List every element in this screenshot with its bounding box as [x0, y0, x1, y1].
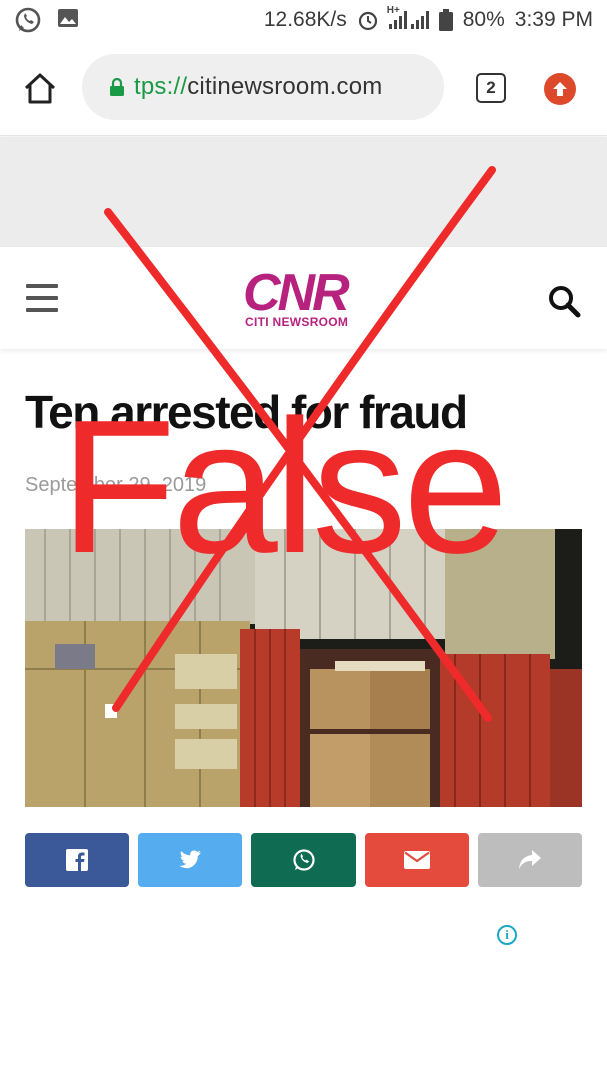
share-buttons — [25, 833, 583, 887]
alarm-icon — [358, 11, 377, 31]
signal-icon: H+ — [387, 5, 429, 29]
url-text: tps://citinewsroom.com — [134, 73, 382, 101]
whatsapp-icon — [292, 849, 315, 871]
battery-icon — [438, 9, 453, 31]
tab-switcher-button[interactable]: 2 — [476, 73, 506, 103]
logo-name: CITI NEWSROOM — [245, 315, 349, 329]
ad-banner-area — [0, 137, 607, 247]
article-headline: Ten arrested for fraud — [25, 386, 468, 438]
gallery-icon — [58, 9, 78, 27]
update-button[interactable] — [544, 73, 576, 105]
logo-mark: CNR — [243, 264, 350, 322]
notification-icons — [14, 6, 80, 34]
url-host: citinewsroom.com — [187, 73, 383, 100]
address-bar[interactable]: tps://citinewsroom.com — [82, 54, 444, 120]
whatsapp-icon — [15, 7, 41, 33]
email-icon — [403, 851, 430, 869]
url-scheme: tps:// — [134, 73, 188, 100]
twitter-icon — [179, 850, 202, 869]
facebook-icon — [66, 849, 89, 871]
home-icon[interactable] — [22, 70, 58, 106]
site-header: CNR CITI NEWSROOM — [0, 247, 607, 349]
article-date: September 29, 2019 — [25, 474, 207, 496]
ad-info-icon[interactable]: i — [497, 925, 517, 945]
battery-level: 80% — [462, 8, 505, 31]
hamburger-menu-icon[interactable] — [26, 284, 58, 312]
status-bar: 12.68K/s H+ 80% 3:39 PM — [0, 0, 607, 40]
status-indicators: 12.68K/s H+ 80% 3:39 PM — [263, 5, 593, 32]
facebook-share-button[interactable] — [25, 833, 130, 887]
whatsapp-share-button[interactable] — [251, 833, 356, 887]
ad-info-glyph: i — [505, 927, 509, 942]
site-logo[interactable]: CNR CITI NEWSROOM — [243, 267, 358, 329]
email-share-button[interactable] — [364, 833, 469, 887]
clock: 3:39 PM — [514, 8, 593, 31]
twitter-share-button[interactable] — [138, 833, 243, 887]
net-speed: 12.68K/s — [263, 8, 347, 31]
search-icon[interactable] — [546, 283, 582, 319]
browser-toolbar: tps://citinewsroom.com 2 — [0, 40, 607, 136]
lock-icon — [110, 78, 124, 96]
arrow-up-icon — [553, 82, 567, 96]
network-type: H+ — [386, 5, 400, 16]
share-arrow-icon — [518, 850, 541, 869]
more-share-button[interactable] — [477, 833, 583, 887]
tab-count: 2 — [486, 78, 496, 97]
article-photo — [25, 529, 582, 807]
